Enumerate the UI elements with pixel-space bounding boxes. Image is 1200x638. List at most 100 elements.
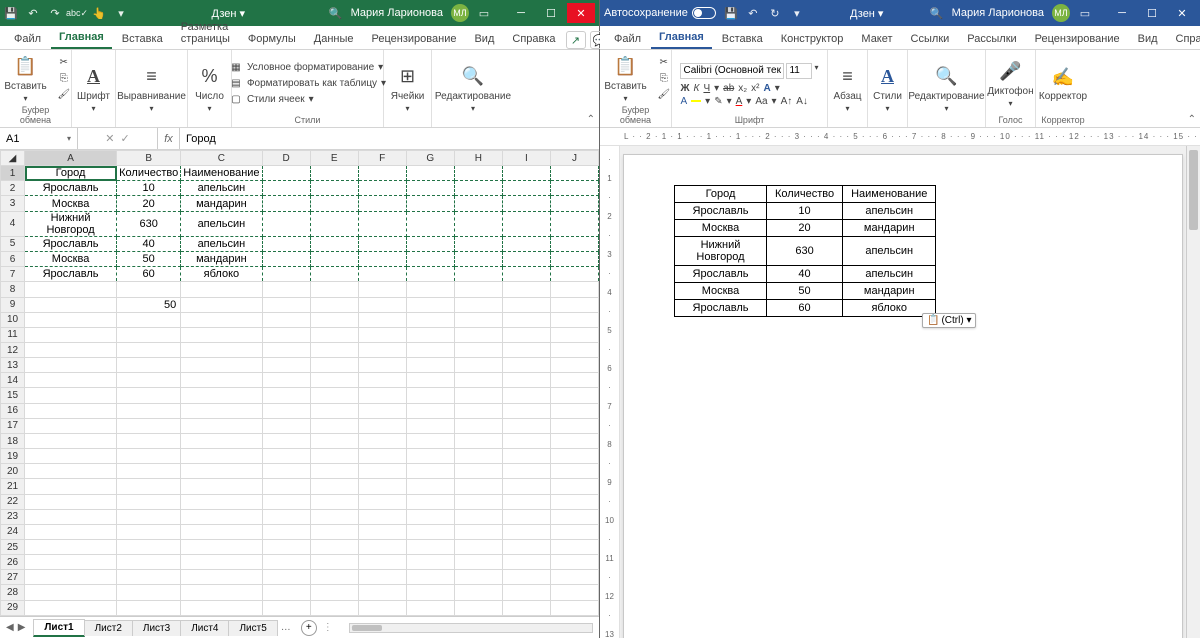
spellcheck-icon[interactable]: abc✓ <box>70 6 84 20</box>
hscroll[interactable]: ◀ <box>349 623 593 633</box>
user-name[interactable]: Мария Ларионова <box>952 7 1044 19</box>
search-icon[interactable]: 🔍 <box>329 6 343 20</box>
tab-home[interactable]: Главная <box>651 27 712 49</box>
row-header[interactable]: 1 <box>1 166 25 181</box>
cell-styles[interactable]: ▢Стили ячеек ▾ <box>229 93 314 107</box>
cut-icon[interactable]: ✂ <box>57 56 71 70</box>
share-icon[interactable]: ↗ <box>566 31 586 49</box>
cut-icon[interactable]: ✂ <box>657 56 671 70</box>
maximize-icon[interactable]: ☐ <box>1138 3 1166 23</box>
row-header[interactable]: 11 <box>1 327 25 342</box>
cell[interactable]: 40 <box>117 236 181 251</box>
word-table[interactable]: ГородКоличествоНаименование Ярославль10а… <box>674 185 936 317</box>
document-page[interactable]: ГородКоличествоНаименование Ярославль10а… <box>623 154 1183 638</box>
vscroll[interactable] <box>1186 146 1200 638</box>
cell[interactable]: Ярославль <box>25 181 117 196</box>
table-header[interactable]: Наименование <box>843 186 936 203</box>
cell[interactable]: апельсин <box>181 236 262 251</box>
save-icon[interactable]: 💾 <box>724 6 738 20</box>
table-cell[interactable]: Ярославль <box>675 300 767 317</box>
col-header[interactable]: G <box>406 151 454 166</box>
row-header[interactable]: 27 <box>1 570 25 585</box>
cell[interactable]: Нижний Новгород <box>25 211 117 236</box>
row-header[interactable]: 12 <box>1 342 25 357</box>
cell[interactable]: 630 <box>117 211 181 236</box>
para-group[interactable]: ≡Абзац▾ <box>829 63 865 115</box>
sheet-tab[interactable]: Лист3 <box>132 620 181 636</box>
cell[interactable]: Ярославль <box>25 236 117 251</box>
font-color2-icon[interactable]: A <box>736 96 743 107</box>
row-header[interactable]: 7 <box>1 267 25 282</box>
formula-input[interactable]: Город <box>180 128 599 149</box>
vertical-ruler[interactable]: ·1·2·3·4·5·6·7·8·9·10·11·12·13 <box>600 146 620 638</box>
tab-layout[interactable]: Макет <box>853 29 900 49</box>
format-painter-icon[interactable]: 🖌 <box>657 88 671 102</box>
paste-button[interactable]: 📋Вставить▾ <box>600 53 650 105</box>
cell[interactable]: яблоко <box>181 267 262 282</box>
redo-icon[interactable]: ↻ <box>768 6 782 20</box>
cell[interactable]: апельсин <box>181 211 262 236</box>
table-cell[interactable]: 20 <box>767 220 843 237</box>
row-header[interactable]: 3 <box>1 196 25 211</box>
tab-help[interactable]: Справка <box>1168 29 1200 49</box>
tab-file[interactable]: Файл <box>606 29 649 49</box>
text-effects-icon[interactable]: A <box>764 83 771 94</box>
undo-icon[interactable]: ↶ <box>26 6 40 20</box>
table-cell[interactable]: 50 <box>767 283 843 300</box>
col-header[interactable]: E <box>310 151 358 166</box>
cell[interactable]: 60 <box>117 267 181 282</box>
number-group[interactable]: %Число▾ <box>191 63 228 115</box>
ribbon-options-icon[interactable]: ▭ <box>1078 6 1092 20</box>
col-header[interactable]: B <box>117 151 181 166</box>
cell[interactable]: Количество <box>117 166 181 181</box>
row-header[interactable]: 15 <box>1 388 25 403</box>
strikethrough-icon[interactable]: ab <box>723 83 734 94</box>
tab-references[interactable]: Ссылки <box>903 29 958 49</box>
autosave-toggle[interactable]: Автосохранение <box>604 7 716 19</box>
save-icon[interactable]: 💾 <box>4 6 18 20</box>
fx-icon[interactable]: fx <box>158 128 180 149</box>
spreadsheet-grid[interactable]: ◢ A B C D E F G H I J 1ГородКоличествоНа… <box>0 150 599 616</box>
tab-file[interactable]: Файл <box>6 29 49 49</box>
sheet-tab[interactable]: Лист1 <box>33 619 84 637</box>
paste-options-smarttag[interactable]: 📋 (Ctrl) ▾ <box>922 313 976 328</box>
shrink-font-icon[interactable]: A↓ <box>796 96 808 107</box>
table-header[interactable]: Количество <box>767 186 843 203</box>
cell[interactable]: 50 <box>117 252 181 267</box>
cell[interactable]: апельсин <box>181 181 262 196</box>
col-header[interactable]: C <box>181 151 262 166</box>
tab-mailings[interactable]: Рассылки <box>959 29 1024 49</box>
avatar[interactable]: МЛ <box>1052 4 1070 22</box>
row-header[interactable]: 10 <box>1 312 25 327</box>
table-cell[interactable]: Москва <box>675 283 767 300</box>
row-header[interactable]: 19 <box>1 449 25 464</box>
copy-icon[interactable]: ⎘ <box>657 72 671 86</box>
tab-home[interactable]: Главная <box>51 27 112 49</box>
row-header[interactable]: 23 <box>1 509 25 524</box>
font-size-input[interactable] <box>786 63 812 79</box>
tab-layout[interactable]: Разметка страницы <box>173 17 238 49</box>
table-cell[interactable]: Нижний Новгород <box>675 237 767 266</box>
row-header[interactable]: 4 <box>1 211 25 236</box>
table-cell[interactable]: апельсин <box>843 203 936 220</box>
collapse-ribbon-icon[interactable]: ⌃ <box>587 114 595 125</box>
underline-icon[interactable]: Ч <box>703 83 710 94</box>
table-cell[interactable]: Москва <box>675 220 767 237</box>
editor-button[interactable]: ✍Корректор <box>1035 63 1091 104</box>
table-cell[interactable]: 40 <box>767 266 843 283</box>
superscript-icon[interactable]: x² <box>751 83 759 94</box>
close-icon[interactable]: ✕ <box>567 3 595 23</box>
table-cell[interactable]: Ярославль <box>675 203 767 220</box>
select-all[interactable]: ◢ <box>1 151 25 166</box>
maximize-icon[interactable]: ☐ <box>537 3 565 23</box>
avatar[interactable]: МЛ <box>451 4 469 22</box>
tab-help[interactable]: Справка <box>504 29 563 49</box>
cell[interactable]: Ярославль <box>25 267 117 282</box>
table-cell[interactable]: Ярославль <box>675 266 767 283</box>
minimize-icon[interactable]: ─ <box>507 3 535 23</box>
sheet-tab[interactable]: Лист5 <box>228 620 277 636</box>
cells-group[interactable]: ⊞Ячейки▾ <box>387 63 429 115</box>
grow-font-icon[interactable]: A↑ <box>781 96 793 107</box>
format-painter-icon[interactable]: 🖌 <box>57 88 71 102</box>
row-header[interactable]: 26 <box>1 555 25 570</box>
